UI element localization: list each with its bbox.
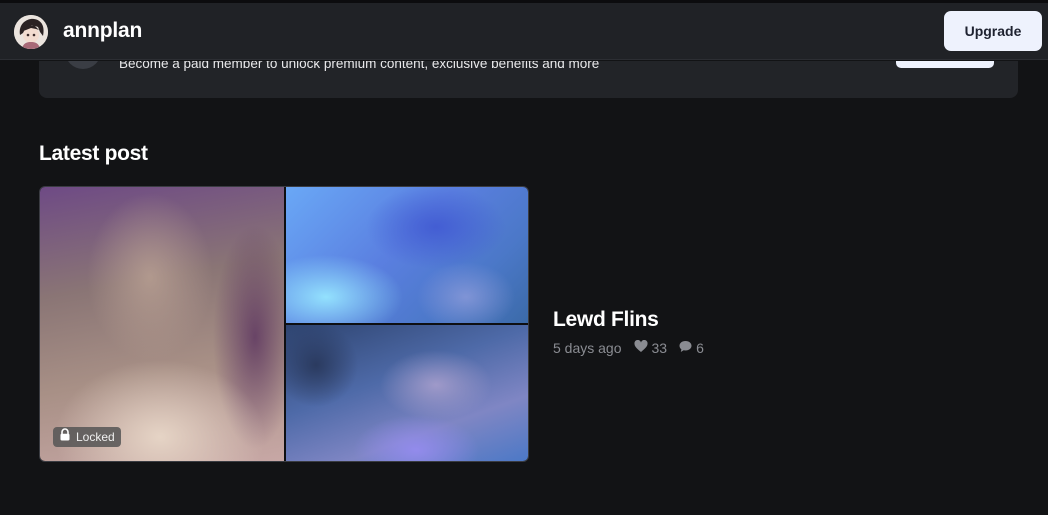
post-date: 5 days ago [553,340,622,356]
membership-banner: Become a paid member to unlock premium c… [39,61,1018,98]
comment-count-group[interactable]: 6 [679,340,704,356]
heart-icon [633,339,648,356]
like-count: 33 [651,340,668,356]
creator-avatar[interactable] [14,15,48,49]
post-thumbnail-card[interactable]: Locked [39,186,529,462]
banner-join-button[interactable] [896,61,994,68]
post-title[interactable]: Lewd Flins [553,308,659,332]
comment-icon [679,340,692,356]
banner-icon [65,61,101,69]
like-count-group[interactable]: 33 [633,339,668,356]
creator-name[interactable]: annplan [63,19,142,43]
locked-label: Locked [76,430,115,444]
lock-icon [59,428,71,446]
post-image-top [286,187,528,323]
avatar-image [14,15,48,49]
top-header: annplan Upgrade [0,3,1048,60]
upgrade-button[interactable]: Upgrade [944,11,1042,51]
post-meta: 5 days ago 33 6 [553,339,704,356]
banner-text: Become a paid member to unlock premium c… [119,61,600,71]
section-title: Latest post [39,142,148,165]
post-image-main [40,187,284,461]
post-image-bottom [286,325,528,461]
locked-badge: Locked [53,427,121,447]
comment-count: 6 [696,340,704,356]
